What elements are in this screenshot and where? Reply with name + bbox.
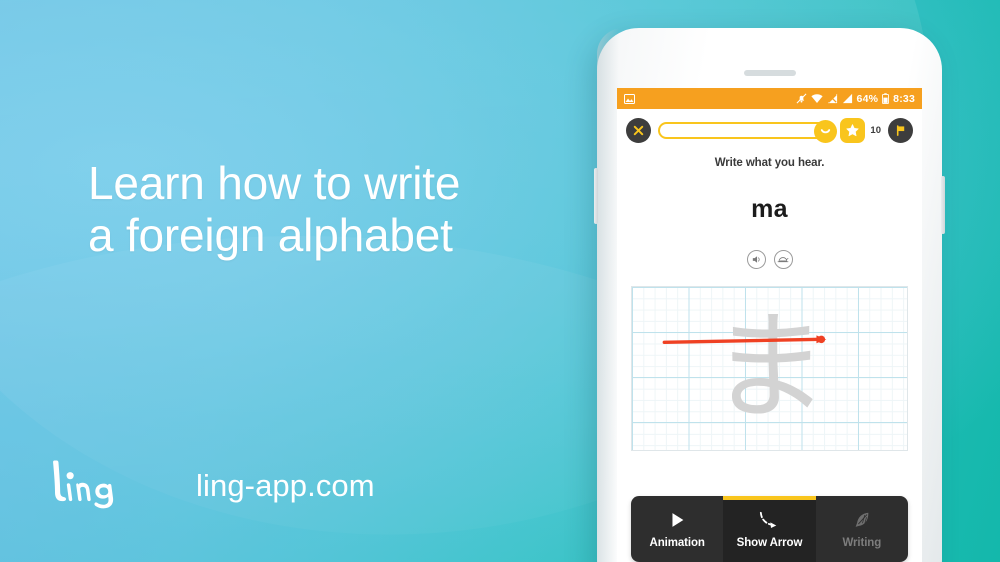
exercise-word: ma bbox=[751, 195, 788, 223]
progress-knob bbox=[814, 120, 838, 143]
tab-show-arrow-label: Show Arrow bbox=[736, 536, 803, 549]
battery-percent: 64% bbox=[856, 92, 879, 105]
star-count: 10 bbox=[870, 125, 881, 136]
tab-animation-label: Animation bbox=[649, 536, 705, 549]
exercise-instruction: Write what you hear. bbox=[714, 157, 825, 169]
image-icon bbox=[624, 93, 635, 104]
play-audio-button[interactable] bbox=[746, 250, 766, 269]
site-url: ling-app.com bbox=[196, 468, 375, 503]
close-button[interactable] bbox=[626, 118, 651, 143]
tab-animation[interactable]: Animation bbox=[631, 496, 724, 562]
smile-icon bbox=[821, 129, 831, 134]
tab-show-arrow[interactable]: Show Arrow bbox=[723, 496, 816, 562]
tab-writing-label: Writing bbox=[842, 536, 882, 549]
status-bar: 64% 8:33 bbox=[617, 88, 922, 109]
headline-line-1: Learn how to write bbox=[88, 157, 461, 209]
battery-icon bbox=[882, 93, 890, 104]
headline-line-2: a foreign alphabet bbox=[88, 208, 453, 261]
signal-1-icon bbox=[827, 93, 837, 104]
close-icon bbox=[633, 125, 644, 136]
stroke-direction-arrow bbox=[662, 335, 827, 345]
power-button[interactable] bbox=[941, 176, 945, 234]
status-bar-time: 8:33 bbox=[893, 92, 915, 105]
audio-controls bbox=[617, 250, 922, 269]
tab-writing[interactable]: Writing bbox=[815, 496, 908, 562]
promo-headline: Learn how to write a foreign alphabet bbox=[88, 157, 608, 261]
play-icon bbox=[667, 510, 687, 530]
writing-canvas[interactable]: ま bbox=[631, 286, 908, 451]
wifi-icon bbox=[810, 94, 823, 103]
star-icon bbox=[846, 124, 860, 137]
phone-mockup: 64% 8:33 10 Write what you hear. ma ま An… bbox=[594, 28, 945, 562]
signal-2-icon bbox=[842, 93, 852, 104]
play-audio-slow-icon bbox=[777, 257, 789, 263]
tool-tabs: Animation Show Arrow Writing bbox=[631, 496, 908, 562]
flag-icon bbox=[896, 125, 905, 136]
brand-row: ling-app.com bbox=[44, 455, 375, 517]
lesson-progress-bar bbox=[658, 120, 838, 143]
play-audio-slow-button[interactable] bbox=[773, 250, 793, 269]
arrow-icon bbox=[756, 510, 782, 530]
status-bar-left bbox=[624, 93, 635, 104]
report-flag-button[interactable] bbox=[888, 118, 913, 143]
ling-logo bbox=[53, 460, 114, 509]
play-audio-icon bbox=[752, 256, 760, 263]
phone-screen: 64% 8:33 10 Write what you hear. ma ま An… bbox=[617, 88, 922, 562]
volume-button[interactable] bbox=[594, 168, 598, 224]
earpiece-speaker bbox=[743, 70, 796, 76]
star-badge[interactable] bbox=[840, 118, 866, 143]
lesson-header: 10 bbox=[617, 109, 922, 151]
status-bar-right: 64% 8:33 bbox=[796, 93, 915, 105]
feather-icon bbox=[852, 510, 872, 530]
bell-muted-icon bbox=[796, 93, 806, 104]
